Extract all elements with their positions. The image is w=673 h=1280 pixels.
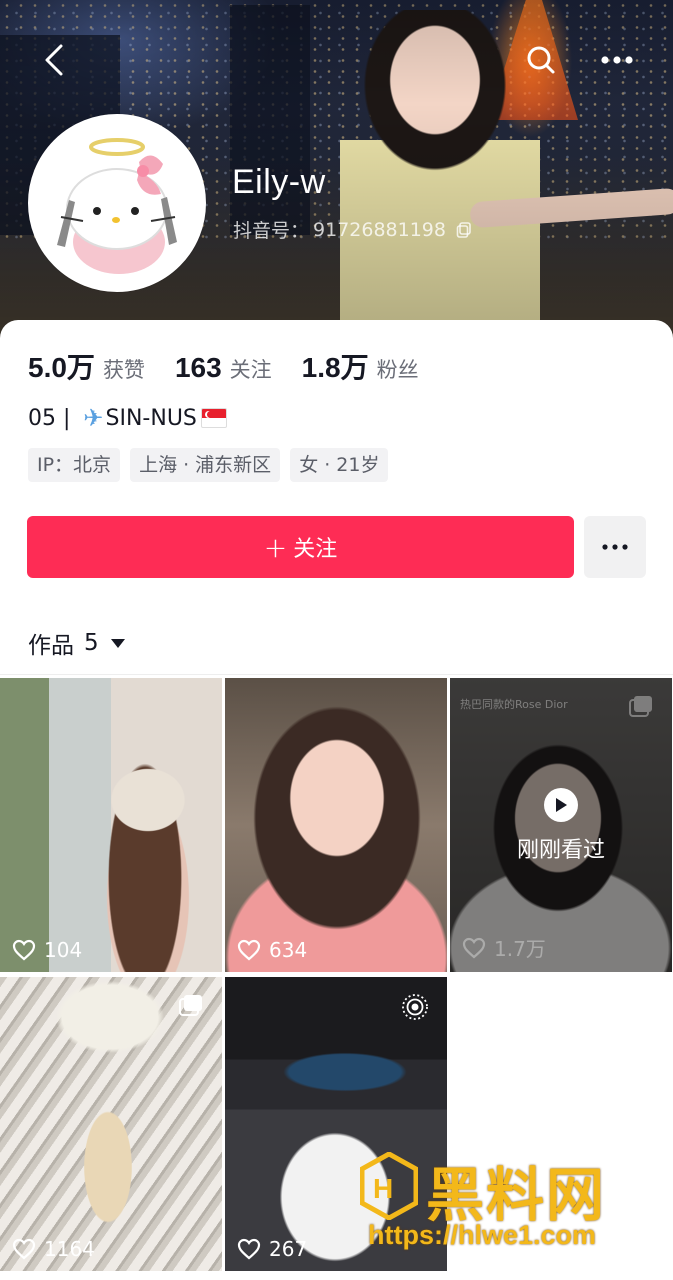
works-count: 5 <box>84 630 99 656</box>
airplane-icon: ✈ <box>83 404 104 432</box>
stat-followers[interactable]: 1.8万 粉丝 <box>302 346 419 386</box>
search-button[interactable] <box>521 40 561 80</box>
singapore-flag-icon <box>200 408 227 428</box>
like-count-value: 267 <box>269 1237 308 1261</box>
profile-tags: IP：北京 上海 · 浦东新区 女 · 21岁 <box>28 448 389 482</box>
avatar[interactable] <box>28 114 206 292</box>
tag-region: 上海 · 浦东新区 <box>130 448 281 482</box>
divider <box>0 674 673 675</box>
caret-down-icon <box>110 638 125 648</box>
heart-icon <box>462 937 486 958</box>
video-thumbnail-recently-watched[interactable]: 热巴同款的Rose Dior 刚刚看过 1.7万 <box>450 678 672 972</box>
follow-button-label: 关注 <box>293 537 338 562</box>
more-options-button[interactable] <box>597 40 637 80</box>
stat-label: 粉丝 <box>376 358 419 382</box>
back-arrow-icon <box>45 44 63 76</box>
like-count-value: 104 <box>44 938 83 962</box>
bio-text: 05 | <box>28 405 78 431</box>
stat-following[interactable]: 163 关注 <box>175 352 272 384</box>
like-count: 104 <box>12 938 82 962</box>
douyin-id-row[interactable]: 抖音号： 91726881198 <box>233 216 472 243</box>
follow-button[interactable]: + 关注 <box>27 516 574 578</box>
svg-text:H: H <box>373 1173 393 1204</box>
like-count: 1164 <box>12 1237 95 1261</box>
video-caption: 热巴同款的Rose Dior <box>460 698 568 711</box>
multi-image-icon <box>179 995 202 1016</box>
stats-row: 5.0万 获赞 163 关注 1.8万 粉丝 <box>28 346 449 386</box>
stat-value: 163 <box>174 352 222 383</box>
recently-watched-label: 刚刚看过 <box>516 838 605 863</box>
like-count-value: 1164 <box>44 1237 95 1261</box>
search-icon <box>527 46 555 74</box>
more-dots-icon <box>602 544 628 550</box>
stat-label: 获赞 <box>102 358 145 382</box>
video-thumbnail[interactable]: 1164 <box>0 977 222 1271</box>
heart-icon <box>12 939 36 961</box>
more-actions-button[interactable] <box>584 516 646 578</box>
bio-route: SIN-NUS <box>105 405 197 431</box>
stat-value: 1.8万 <box>301 352 369 383</box>
like-count-value: 634 <box>269 938 308 962</box>
username: Eily-w <box>232 163 326 201</box>
live-photo-icon <box>402 994 428 1020</box>
video-thumbnail[interactable]: 634 <box>225 678 447 972</box>
tag-gender-age: 女 · 21岁 <box>290 448 389 482</box>
heart-icon <box>237 1238 261 1260</box>
watermark-logo-icon: H <box>360 1152 418 1220</box>
works-tab-label: 作品 <box>28 633 74 659</box>
tab-works[interactable]: 作品 5 <box>28 626 125 660</box>
plus-icon: + <box>263 530 288 564</box>
multi-image-icon <box>629 696 652 717</box>
watermark: H 黑料网 https://hlwe1.com <box>360 1148 660 1258</box>
stat-label: 关注 <box>229 358 272 382</box>
heart-icon <box>237 939 261 961</box>
like-count: 267 <box>237 1237 307 1261</box>
hello-kitty-angel-avatar-icon <box>31 117 203 289</box>
recently-watched-overlay: 刚刚看过 <box>450 788 672 864</box>
watermark-url: https://hlwe1.com <box>368 1220 597 1250</box>
tag-ip-location: IP：北京 <box>28 448 121 482</box>
play-icon <box>544 788 578 822</box>
copy-icon[interactable] <box>456 221 472 238</box>
bio: 05 | ✈ SIN-NUS <box>28 404 227 432</box>
stat-value: 5.0万 <box>28 352 95 383</box>
like-count-value: 1.7万 <box>494 937 546 961</box>
video-thumbnail[interactable]: 104 <box>0 678 222 972</box>
like-count: 634 <box>237 938 307 962</box>
douyin-id-label: 抖音号： <box>233 220 310 242</box>
stat-likes[interactable]: 5.0万 获赞 <box>28 346 145 386</box>
back-button[interactable] <box>34 40 74 80</box>
douyin-id-value: 91726881198 <box>313 218 446 241</box>
heart-icon <box>12 1238 36 1260</box>
more-dots-icon <box>601 56 633 64</box>
like-count: 1.7万 <box>462 933 546 962</box>
